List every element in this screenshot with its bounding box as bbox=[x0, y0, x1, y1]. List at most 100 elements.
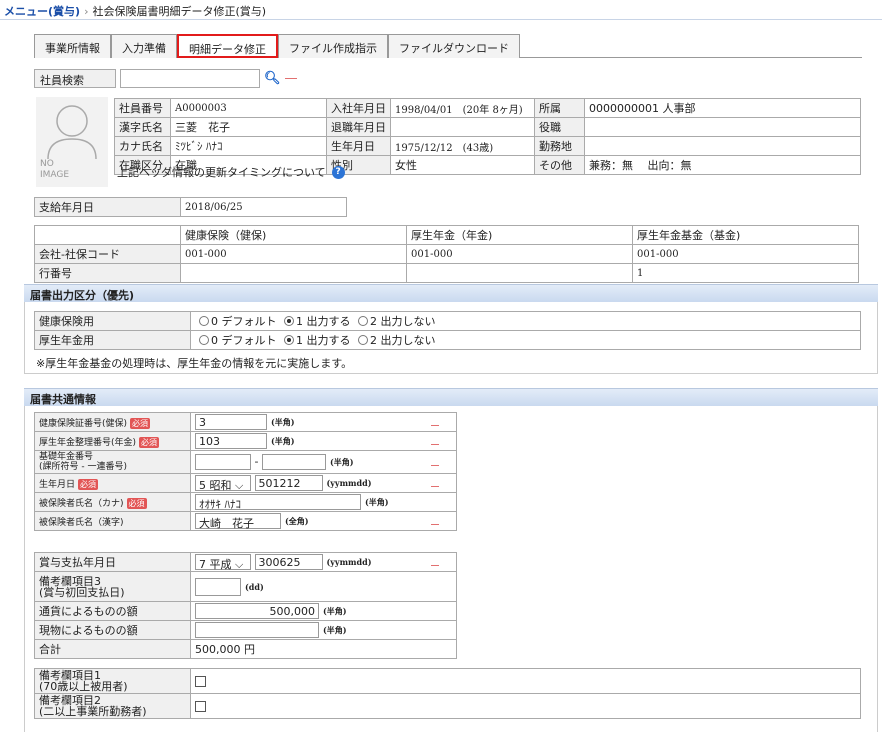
employee-id-label: 社員番号 bbox=[114, 98, 171, 118]
pension-output-yes-radio[interactable] bbox=[284, 335, 294, 345]
pension-output-no-radio[interactable] bbox=[358, 335, 368, 345]
bonus-era-select[interactable]: 7 平成 ⌵ bbox=[195, 554, 251, 571]
output-option-table: 健康保険用 0 デフォルト 1 出力する 2 出力しない 厚生年金用 0 デフォ… bbox=[34, 311, 861, 350]
health-output-default-label: 0 デフォルト bbox=[211, 315, 277, 328]
kana-name: ﾐﾂﾋﾞｼ ﾊﾅｺ bbox=[170, 136, 327, 156]
name-kana-unit: (半角) bbox=[365, 497, 389, 507]
output-section-title: 届書出力区分（優先) bbox=[24, 284, 878, 302]
health-output-default-radio[interactable] bbox=[199, 316, 209, 326]
leave-date-label: 退職年月日 bbox=[326, 117, 391, 137]
tab-input-prep[interactable]: 入力準備 bbox=[111, 34, 177, 58]
codes-col-health: 健康保険（健保) bbox=[180, 225, 407, 245]
required-badge: 必須 bbox=[139, 436, 160, 448]
health-output-yes-radio[interactable] bbox=[284, 316, 294, 326]
join-date: 1998/04/01 (20年 8ヶ月) bbox=[390, 98, 535, 118]
other-label: その他 bbox=[534, 155, 585, 175]
other: 兼務：無 出向：無 bbox=[584, 155, 861, 175]
codes-corner bbox=[34, 225, 181, 245]
company-code-pension: 001-000 bbox=[406, 244, 633, 264]
remark1-checkbox[interactable] bbox=[195, 676, 206, 687]
health-output-no-radio[interactable] bbox=[358, 316, 368, 326]
avatar-placeholder-icon bbox=[47, 105, 97, 159]
currency-amount-label: 通貨によるものの額 bbox=[34, 601, 191, 621]
insurance-no-input[interactable]: 3 bbox=[195, 414, 267, 430]
remark3-unit: (dd) bbox=[245, 581, 264, 592]
tab-bar: 事業所情報 入力準備 明細データ修正 ファイル作成指示 ファイルダウンロード bbox=[34, 34, 862, 58]
pension-output-options: 0 デフォルト 1 出力する 2 出力しない bbox=[190, 330, 861, 350]
common-section-title: 届書共通情報 bbox=[24, 388, 878, 406]
basic-pension-office-input[interactable] bbox=[195, 454, 251, 470]
red-marker bbox=[430, 424, 439, 426]
red-marker bbox=[284, 78, 297, 79]
insurance-codes-table: 健康保険（健保) 厚生年金（年金) 厚生年金基金（基金) 会社-社保コード 00… bbox=[34, 225, 859, 283]
tab-file-download[interactable]: ファイルダウンロード bbox=[388, 34, 520, 58]
chevron-down-icon: ⌵ bbox=[235, 479, 244, 492]
bonus-date-input[interactable]: 300625 bbox=[254, 554, 323, 570]
join-date-label: 入社年月日 bbox=[326, 98, 391, 118]
basic-pension-label: 基礎年金番号 (課所符号 - 一連番号) bbox=[34, 450, 191, 474]
tab-file-create[interactable]: ファイル作成指示 bbox=[278, 34, 388, 58]
no-image-text: NO IMAGE bbox=[40, 159, 70, 180]
kind-amount-input[interactable] bbox=[195, 622, 319, 638]
codes-col-fund: 厚生年金基金（基金) bbox=[632, 225, 859, 245]
breadcrumb: メニュー(賞与) › 社会保険届書明細データ修正(賞与) bbox=[0, 0, 882, 20]
search-icon[interactable]: 🔍︎ bbox=[264, 71, 281, 86]
name-kanji-input[interactable]: 大崎 花子 bbox=[195, 513, 281, 530]
insurance-no-unit: (半角) bbox=[271, 417, 295, 427]
health-output-yes-label: 1 出力する bbox=[296, 315, 351, 328]
pension-mgmt-input[interactable]: 103 bbox=[195, 433, 267, 449]
kanji-name: 三菱 花子 bbox=[170, 117, 327, 137]
birth-date-input[interactable]: 501212 bbox=[254, 475, 323, 491]
basic-pension-serial-input[interactable] bbox=[261, 454, 326, 470]
pension-output-no-label: 2 出力しない bbox=[370, 334, 436, 347]
avatar: NO IMAGE bbox=[36, 97, 108, 187]
birth-era-select[interactable]: 5 昭和 ⌵ bbox=[195, 475, 251, 492]
health-output-options: 0 デフォルト 1 出力する 2 出力しない bbox=[190, 311, 861, 331]
insured-info-table: 健康保険証番号(健保) 必須 3 (半角) 厚生年金整理番号(年金) 必須 103 (半… bbox=[34, 412, 457, 531]
dept: 0000000001 人事部 bbox=[584, 98, 861, 118]
place bbox=[584, 136, 861, 156]
employee-search-row: 社員検索 🔍︎ bbox=[34, 69, 297, 88]
tab-detail-edit[interactable]: 明細データ修正 bbox=[177, 34, 278, 58]
name-kana-input[interactable]: ｵｵｻｷ ﾊﾅｺ bbox=[195, 494, 361, 511]
help-icon[interactable]: ? bbox=[331, 165, 345, 179]
name-kanji-unit: (全角) bbox=[285, 516, 309, 526]
pension-output-default-radio[interactable] bbox=[199, 335, 209, 345]
bonus-date-label: 賞与支払年月日 bbox=[34, 552, 191, 572]
codes-col-pension: 厚生年金（年金) bbox=[406, 225, 633, 245]
total-label: 合計 bbox=[34, 639, 191, 659]
name-kanji-label: 被保険者氏名（漢字) bbox=[34, 511, 191, 531]
leave-date bbox=[390, 117, 535, 137]
header-update-note-text: 上記ヘッダ情報の更新タイミングについて bbox=[117, 166, 326, 179]
total-value: 500,000 円 bbox=[190, 639, 427, 659]
basic-pension-unit: (半角) bbox=[329, 457, 354, 467]
birth-label: 生年月日 必須 bbox=[34, 473, 191, 493]
health-output-label: 健康保険用 bbox=[34, 311, 191, 331]
employee-id: A0000003 bbox=[170, 98, 327, 118]
sex: 女性 bbox=[390, 155, 535, 175]
header-update-note: 上記ヘッダ情報の更新タイミングについて ? bbox=[117, 164, 345, 180]
basic-pension-dash: - bbox=[254, 455, 259, 468]
employee-search-input[interactable] bbox=[120, 69, 260, 88]
company-code-label: 会社-社保コード bbox=[34, 244, 181, 264]
birth-unit: (yymmdd) bbox=[326, 478, 372, 488]
tab-office-info[interactable]: 事業所情報 bbox=[34, 34, 111, 58]
breadcrumb-separator: › bbox=[84, 5, 89, 18]
breadcrumb-current: 社会保険届書明細データ修正(賞与) bbox=[92, 5, 267, 18]
breadcrumb-root-link[interactable]: メニュー(賞与) bbox=[4, 5, 80, 18]
remark1-label: 備考欄項目1 (70歳以上被用者) bbox=[34, 668, 191, 694]
currency-amount-input[interactable]: 500,000 bbox=[195, 603, 319, 619]
company-code-health: 001-000 bbox=[180, 244, 407, 264]
place-label: 勤務地 bbox=[534, 136, 585, 156]
red-marker bbox=[430, 485, 439, 487]
health-output-no-label: 2 出力しない bbox=[370, 315, 436, 328]
bonus-date-unit: (yymmdd) bbox=[326, 557, 372, 567]
line-no-fund: 1 bbox=[632, 263, 859, 283]
currency-amount-unit: (半角) bbox=[323, 606, 347, 616]
pension-mgmt-label: 厚生年金整理番号(年金) 必須 bbox=[34, 431, 191, 451]
remark3-input[interactable] bbox=[195, 577, 241, 596]
red-marker bbox=[430, 564, 439, 566]
remark2-checkbox[interactable] bbox=[195, 701, 206, 712]
fund-processing-note: ※厚生年金基金の処理時は、厚生年金の情報を元に実施します。 bbox=[36, 357, 353, 370]
pension-output-default-label: 0 デフォルト bbox=[211, 334, 277, 347]
